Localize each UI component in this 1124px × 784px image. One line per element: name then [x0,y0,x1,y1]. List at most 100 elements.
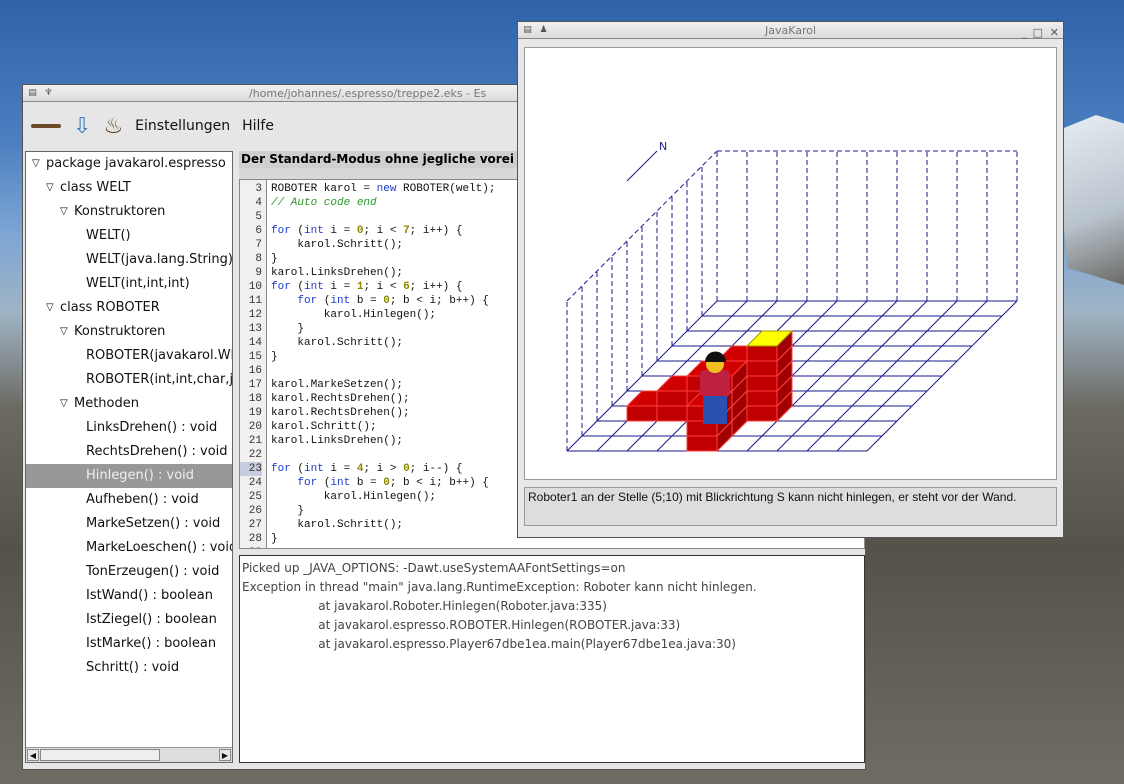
scroll-thumb[interactable] [40,749,160,761]
code-line[interactable]: for (int i = 1; i < 6; i++) { [271,280,462,294]
expand-triangle-icon[interactable]: ▽ [32,152,40,176]
world-view: N [524,47,1057,480]
code-line[interactable]: karol.RechtsDrehen(); [271,406,410,420]
tree-item-label: Aufheben() : void [86,492,199,507]
class-tree[interactable]: Schritt() : void IstMarke() : boolean IstZ… [25,151,233,763]
line-number: 25 [248,491,262,503]
maximize-icon[interactable]: □ [1033,24,1043,41]
line-number: 28 [248,533,262,545]
code-line[interactable]: } [271,252,278,266]
tree-item[interactable]: Hinlegen() : void [26,464,232,488]
tree-item[interactable]: LinksDrehen() : void [26,416,232,440]
code-line[interactable]: karol.MarkeSetzen(); [271,378,403,392]
line-number: 12 [248,309,262,321]
expand-triangle-icon[interactable]: ▽ [46,296,54,320]
robot-body [700,370,730,396]
line-number: 11 [248,295,262,307]
tree-item-label: LinksDrehen() : void [86,420,218,435]
line-number: 15 [248,351,262,363]
tree-item-label: Schritt() : void [86,660,180,675]
console-line: at javakarol.espresso.ROBOTER.Hinlegen(R… [242,618,681,632]
tree-item[interactable]: RechtsDrehen() : void [26,440,232,464]
tree-item[interactable]: IstWand() : boolean [26,584,232,608]
code-line[interactable]: karol.Schritt(); [271,336,403,350]
compass-arrow [626,150,658,182]
tree-item-label: MarkeLoeschen() : void [86,540,233,555]
tree-item[interactable]: ROBOTER(javakarol.WELT) [26,344,232,368]
tree-item[interactable]: ▽ class WELT [26,176,232,200]
code-line[interactable]: } [271,322,304,336]
line-number: 21 [248,435,262,447]
line-number: 23 [240,462,262,476]
expand-triangle-icon[interactable]: ▽ [60,200,68,224]
line-number: 26 [248,505,262,517]
tree-item[interactable]: ▽ Methoden [26,392,232,416]
code-line[interactable]: for (int i = 0; i < 7; i++) { [271,224,462,238]
code-line[interactable]: for (int i = 4; i > 0; i--) { [271,462,462,476]
tree-item[interactable]: WELT() [26,224,232,248]
line-number: 14 [248,337,262,349]
tree-item[interactable]: WELT(java.lang.String) [26,248,232,272]
minimize-icon[interactable]: _ [1022,24,1028,41]
tree-item[interactable]: ▽ package javakarol.espresso [26,152,232,176]
brick-front [746,390,778,407]
tree-item[interactable]: ▽ Konstruktoren [26,200,232,224]
title-bar: ▤ ♟ JavaKarol _ □ ✕ [518,22,1063,39]
code-line[interactable]: // Auto code end [271,196,377,210]
code-line[interactable]: karol.Schritt(); [271,238,403,252]
code-line[interactable]: ROBOTER karol = new ROBOTER(welt); [271,182,495,196]
expand-triangle-icon[interactable]: ▽ [60,320,68,344]
line-number: 18 [248,393,262,405]
tree-item-label: IstZiegel() : boolean [86,612,217,627]
expand-triangle-icon[interactable]: ▽ [60,392,68,416]
code-line[interactable]: karol.LinksDrehen(); [271,266,403,280]
line-number: 4 [255,197,262,209]
close-icon[interactable]: ✕ [1050,24,1059,41]
code-line[interactable]: } [271,350,278,364]
tree-item[interactable]: ROBOTER(int,int,char,javakarol.WELT) [26,368,232,392]
code-line[interactable]: karol.Hinlegen(); [271,308,436,322]
tree-item[interactable]: ▽ Konstruktoren [26,320,232,344]
output-console[interactable]: Picked up _JAVA_OPTIONS: -Dawt.useSystem… [239,555,865,763]
code-line[interactable]: } [271,504,304,518]
code-line[interactable]: karol.Schritt(); [271,518,403,532]
menu-hilfe[interactable]: Hilfe [242,118,274,134]
broom-icon[interactable] [31,124,61,128]
code-line[interactable]: karol.Schritt(); [271,420,377,434]
tree-item[interactable]: MarkeLoeschen() : void [26,536,232,560]
tree-item[interactable]: TonErzeugen() : void [26,560,232,584]
code-line[interactable]: karol.LinksDrehen(); [271,434,403,448]
window-menu-icon[interactable]: ▤ [522,25,533,36]
tree-item-label: Hinlegen() : void [86,468,195,483]
line-number: 6 [255,225,262,237]
line-number: 10 [248,281,262,293]
tree-item-label: TonErzeugen() : void [86,564,220,579]
expand-triangle-icon[interactable]: ▽ [46,176,54,200]
save-icon[interactable]: ⇩ [73,114,91,139]
tree-item[interactable]: Aufheben() : void [26,488,232,512]
tree-item[interactable]: WELT(int,int,int) [26,272,232,296]
tree-item[interactable]: MarkeSetzen() : void [26,512,232,536]
tree-item-label: WELT(int,int,int) [86,276,190,291]
console-line: Picked up _JAVA_OPTIONS: -Dawt.useSystem… [242,561,626,575]
code-line[interactable]: for (int b = 0; b < i; b++) { [271,294,488,308]
code-line[interactable]: for (int b = 0; b < i; b++) { [271,476,488,490]
code-line[interactable]: karol.Hinlegen(); [271,490,436,504]
code-line[interactable]: karol.RechtsDrehen(); [271,392,410,406]
scroll-left-icon[interactable]: ◀ [27,749,39,761]
menu-einstellungen[interactable]: Einstellungen [135,118,230,134]
code-line[interactable]: } [271,532,278,546]
tree-item-label: RechtsDrehen() : void [86,444,228,459]
tree-item[interactable]: Schritt() : void [26,656,232,680]
tree-horizontal-scrollbar[interactable]: ◀ ▶ [26,747,232,762]
tree-item[interactable]: IstMarke() : boolean [26,632,232,656]
line-number: 24 [248,477,262,489]
tree-item[interactable]: ▽ class ROBOTER [26,296,232,320]
scroll-right-icon[interactable]: ▶ [219,749,231,761]
tree-item[interactable]: IstZiegel() : boolean [26,608,232,632]
window-menu-icon[interactable]: ▤ [27,88,38,99]
desktop-mountain [1054,115,1124,285]
run-espresso-icon[interactable]: ♨ [103,114,123,139]
window-title: JavaKarol [764,24,817,37]
tree-item-label: Methoden [74,396,139,411]
